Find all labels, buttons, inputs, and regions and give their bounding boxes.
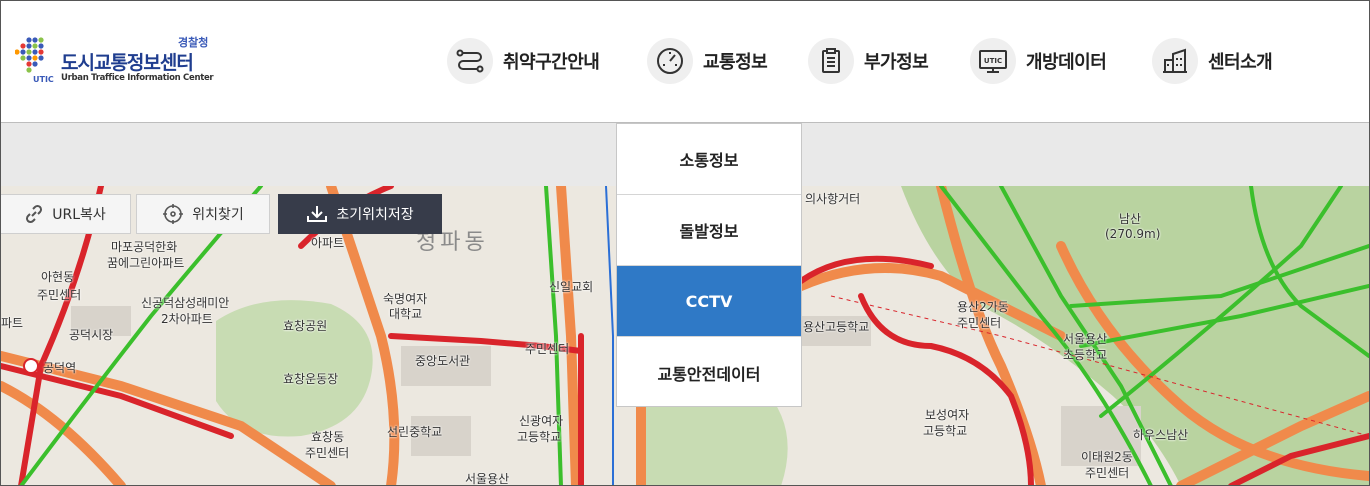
route-icon (447, 38, 493, 84)
map-label: 이태원2동 (1081, 450, 1133, 464)
logo-title: 도시교통정보센터 (61, 52, 194, 74)
map-label: 효창공원 (283, 319, 328, 333)
site-header: 경찰청 도시교통정보센터 UTIC Urban Traffice Informa… (1, 1, 1369, 123)
map-label: 주민센터 (305, 446, 350, 460)
find-location-button[interactable]: 위치찾기 (136, 194, 270, 234)
dropdown-item-cctv[interactable]: CCTV (617, 266, 801, 337)
map-label: 파트 (1, 316, 24, 330)
nav-open-data[interactable]: UTIC 개방데이터 (970, 35, 1107, 87)
map-label: 신광여자 (519, 414, 564, 428)
crosshair-icon (162, 203, 184, 225)
traffic-info-dropdown: 소통정보 돌발정보 CCTV 교통안전데이터 (616, 123, 802, 407)
map-label: 마포공덕한화 (111, 240, 178, 254)
map-label: 주민센터 (37, 288, 82, 302)
map-label: 남산 (1119, 212, 1142, 226)
nav-label: 교통정보 (703, 52, 768, 73)
nav-vulnerable-section[interactable]: 취약구간안내 (447, 35, 600, 87)
dropdown-item-label: CCTV (685, 291, 733, 311)
map-label: 주민센터 (525, 342, 570, 356)
map-label: 주민센터 (1085, 466, 1130, 480)
find-location-label: 위치찾기 (192, 207, 244, 223)
clipboard-icon (808, 38, 854, 84)
map-label: 고등학교 (923, 424, 968, 438)
url-copy-button[interactable]: URL복사 (1, 194, 131, 234)
speedometer-icon (647, 38, 693, 84)
nav-traffic-info[interactable]: 교통정보 (647, 35, 768, 87)
svg-text:UTIC: UTIC (984, 57, 1002, 65)
map-label: 아현동 (41, 270, 75, 284)
dropdown-item-incident-info[interactable]: 돌발정보 (617, 195, 801, 266)
link-icon (24, 204, 44, 224)
logo-badge: UTIC (33, 75, 54, 84)
map-label: 서울용산 (1063, 332, 1108, 346)
app-frame: 경찰청 도시교통정보센터 UTIC Urban Traffice Informa… (0, 0, 1370, 486)
nav-extra-info[interactable]: 부가정보 (808, 35, 929, 87)
map-label: (270.9m) (1105, 227, 1161, 241)
save-initial-label: 초기위치저장 (336, 207, 414, 223)
nav-label: 취약구간안내 (503, 52, 600, 73)
map-label: 대학교 (389, 307, 423, 321)
map-label: 용산고등학교 (803, 320, 870, 334)
map-label: 용산2가동 (957, 300, 1009, 314)
dropdown-item-safety-data[interactable]: 교통안전데이터 (617, 337, 801, 408)
map-label: 고등학교 (517, 430, 562, 444)
dropdown-item-label: 돌발정보 (679, 222, 739, 241)
map-label: 초등학교 (1063, 348, 1108, 362)
map-label: 보성여자 (925, 408, 970, 422)
dropdown-item-label: 소통정보 (679, 151, 739, 170)
map-label: 2차아파트 (161, 312, 213, 326)
map-label: 아파트 (311, 236, 345, 250)
logo-subtitle: Urban Traffice Information Center (61, 73, 214, 83)
map-label: 효창운동장 (283, 372, 339, 386)
map-label: 서울용산 (465, 472, 510, 486)
download-icon (306, 204, 328, 224)
building-icon (1152, 38, 1198, 84)
utic-logo[interactable]: 경찰청 도시교통정보센터 UTIC Urban Traffice Informa… (15, 34, 235, 94)
save-initial-location-button[interactable]: 초기위치저장 (278, 194, 442, 234)
map-label: 공덕시장 (69, 328, 114, 342)
map-label: 주민센터 (957, 316, 1002, 330)
map-label: 효창동 (311, 430, 345, 444)
map-label: 꿈에그린아파트 (107, 256, 185, 270)
dropdown-item-flow-info[interactable]: 소통정보 (617, 124, 801, 195)
nav-label: 부가정보 (864, 52, 929, 73)
url-copy-label: URL복사 (52, 207, 106, 223)
dropdown-item-label: 교통안전데이터 (657, 364, 761, 384)
map-label: 신일교회 (549, 280, 594, 294)
nav-label: 개방데이터 (1026, 52, 1107, 73)
map-label: 공덕역 (43, 361, 77, 375)
monitor-icon: UTIC (970, 38, 1016, 84)
map-label: 하우스남산 (1133, 428, 1189, 442)
map-label: 의사항거터 (805, 192, 861, 206)
nav-center-intro[interactable]: 센터소개 (1152, 35, 1273, 87)
map-label: 중앙도서관 (415, 354, 471, 368)
map-label: 신공덕삼성래미안 (141, 296, 230, 310)
map-label: 선린중학교 (387, 425, 443, 439)
nav-label: 센터소개 (1208, 52, 1273, 73)
